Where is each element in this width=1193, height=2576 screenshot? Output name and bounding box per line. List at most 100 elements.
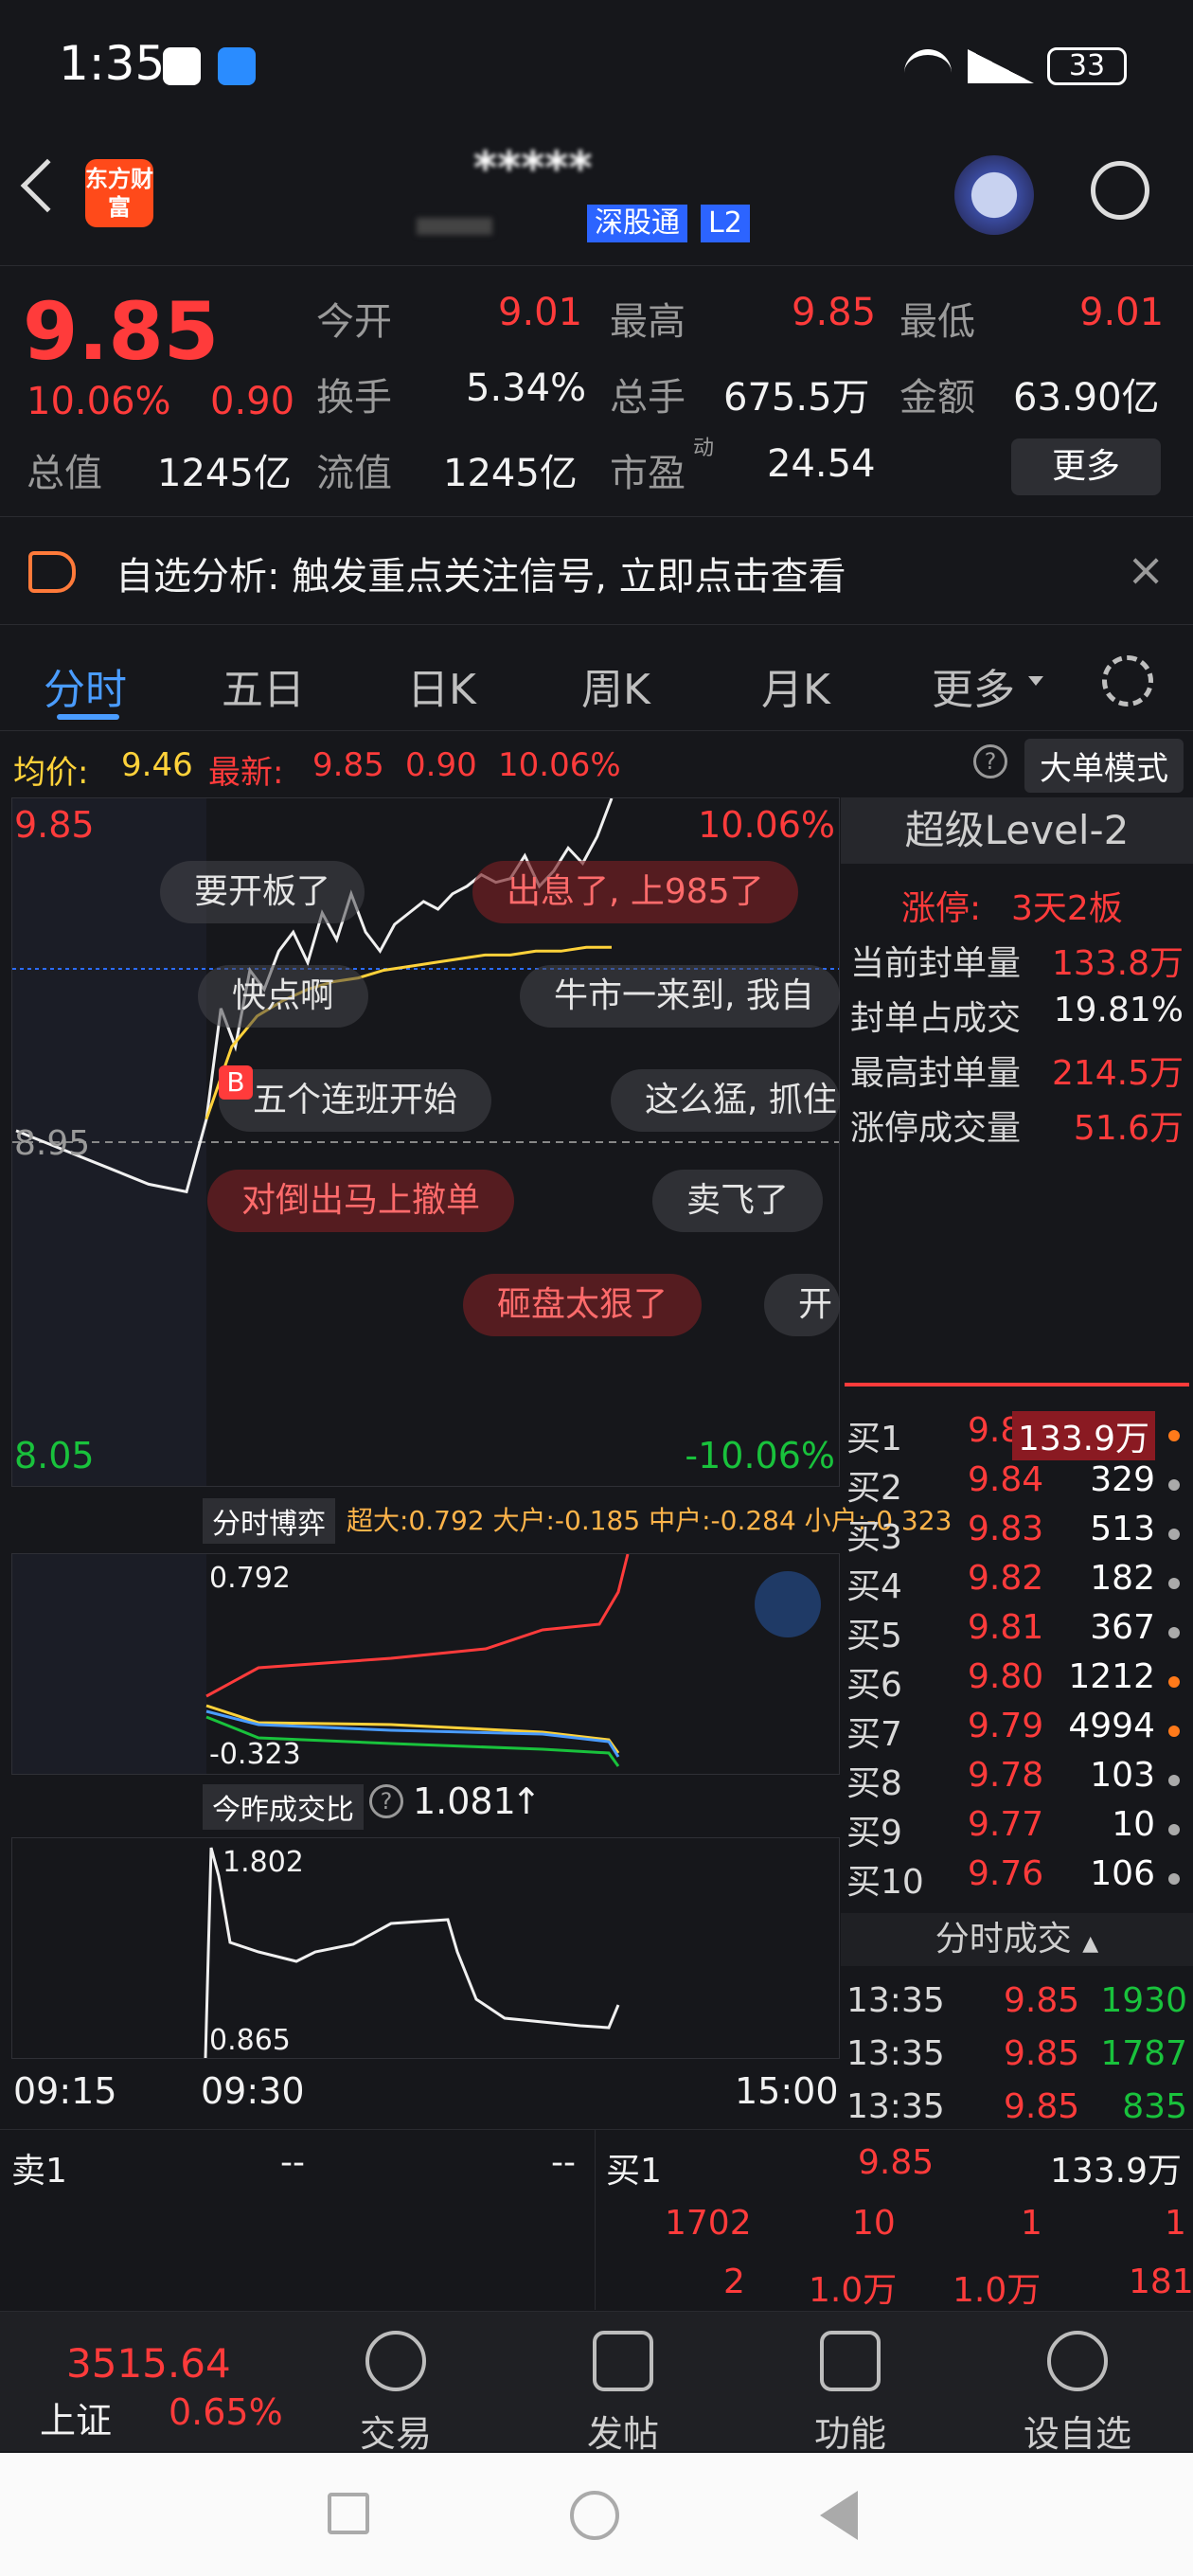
- book-level: 买4: [846, 1567, 902, 1606]
- buy1-price: 9.85: [858, 2143, 935, 2182]
- system-nav-bar: [0, 2453, 1193, 2576]
- order-book-row[interactable]: 买9 9.77 10: [841, 1805, 1193, 1854]
- gear-icon[interactable]: [1102, 655, 1153, 707]
- app-header: 东方财富 ***** 深股通 L2: [0, 133, 1193, 265]
- l2-row: 最高封单量 214.5万: [850, 1046, 1184, 1095]
- book-price: 9.80: [968, 1657, 1044, 1696]
- level2-panel: 超级Level-2 涨停: 3天2板 当前封单量 133.8万 封单占成交 19.8…: [841, 797, 1193, 2126]
- nav-trade[interactable]: 交易: [329, 2331, 462, 2457]
- avg-label: 均价:: [13, 754, 89, 792]
- tab-daily[interactable]: 日K: [407, 655, 476, 716]
- period-tabs: 分时 五日 日K 周K 月K 更多: [0, 627, 1193, 731]
- l2-label: 封单占成交: [850, 999, 1022, 1038]
- amount-value: 63.90亿: [1013, 376, 1160, 420]
- sub1-header: 分时博弈 超大:0.792 大户:-0.185 中户:-0.284 小户:-0.…: [203, 1493, 952, 1546]
- help-icon[interactable]: ?: [973, 744, 1007, 778]
- book-volume: 1212: [1068, 1657, 1155, 1696]
- more-button[interactable]: 更多: [1011, 438, 1161, 495]
- l2-row: 涨停成交量 51.6万: [850, 1100, 1184, 1150]
- edit-icon: [593, 2331, 653, 2391]
- help-icon[interactable]: ?: [369, 1784, 403, 1818]
- book-dot: [1168, 1430, 1180, 1441]
- order-book-row[interactable]: 买5 9.81 367: [841, 1608, 1193, 1657]
- volume-ratio-chart[interactable]: 1.802 0.865: [11, 1837, 840, 2059]
- more-dots-icon: [1047, 2331, 1108, 2391]
- index-ticker[interactable]: 3515.64 上证 0.65%: [0, 2312, 284, 2452]
- index-pct: 0.65%: [169, 2391, 283, 2433]
- recents-icon[interactable]: [328, 2493, 369, 2534]
- x-label-close: 15:00: [735, 2070, 839, 2112]
- volume-label: 总手: [610, 376, 686, 420]
- sub2-selector[interactable]: 今昨成交比: [203, 1784, 364, 1830]
- float-cap-value: 1245亿: [443, 452, 578, 495]
- quote-panel: 9.85 10.06% 0.90 今开 9.01 最高 9.85 最低 9.01…: [0, 265, 1193, 511]
- tick-price: 9.85: [1004, 1981, 1080, 2020]
- stock-name: *****: [473, 142, 593, 195]
- search-icon[interactable]: [1091, 161, 1149, 220]
- tab-weekly[interactable]: 周K: [581, 655, 650, 716]
- app-root: 1:35 33 东方财富 ***** 深股通 L2 9.85 10.06% 0.…: [0, 0, 1193, 2576]
- volume-ratio-svg: [204, 1847, 620, 2058]
- robot-avatar-icon[interactable]: [954, 155, 1034, 235]
- nav-add-watch-label: 设自选: [1023, 2413, 1131, 2455]
- book-volume: 10: [1112, 1805, 1155, 1844]
- trade-icon: [365, 2331, 426, 2391]
- close-icon[interactable]: ×: [1127, 544, 1165, 597]
- signal-icon: [968, 49, 1034, 83]
- expand-icon[interactable]: [755, 1571, 821, 1637]
- level2-title[interactable]: 超级Level-2: [841, 797, 1193, 864]
- order-book-row[interactable]: 买8 9.78 103: [841, 1756, 1193, 1805]
- sell1-price: --: [280, 2143, 305, 2182]
- tick-price: 9.85: [1004, 2087, 1080, 2126]
- last-label: 最新:: [208, 754, 284, 792]
- tick-time: 13:35: [846, 2087, 945, 2126]
- queue-cell: 1702: [665, 2204, 752, 2243]
- tab-5day[interactable]: 五日: [222, 655, 305, 716]
- book-volume: 4994: [1068, 1707, 1155, 1745]
- book-volume: 367: [1090, 1608, 1155, 1647]
- tab-intraday[interactable]: 分时: [44, 655, 127, 716]
- ticks-title[interactable]: 分时成交 ▲: [841, 1913, 1193, 1966]
- tab-monthly[interactable]: 月K: [761, 655, 830, 716]
- back-icon[interactable]: [20, 158, 75, 213]
- notification-app-icon: [163, 47, 201, 85]
- order-book-row[interactable]: 买4 9.82 182: [841, 1559, 1193, 1608]
- chart-info-bar: 均价: 9.46 最新: 9.85 0.90 10.06% ? 大单模式: [0, 737, 1193, 794]
- danmu-bubble: 对倒出马上撤单: [207, 1170, 515, 1232]
- danmu-bubble: 开: [764, 1274, 840, 1336]
- order-book-row[interactable]: 买7 9.79 4994: [841, 1707, 1193, 1756]
- l2-tag: L2: [701, 205, 750, 242]
- grid-icon: [820, 2331, 881, 2391]
- back-nav-icon[interactable]: [820, 2491, 858, 2540]
- book-dot: [1168, 1529, 1180, 1540]
- order-book-row[interactable]: 买1 9.85 133.9万: [841, 1411, 1193, 1460]
- queue-cell: 10: [852, 2204, 896, 2243]
- l2-value: 51.6万: [1073, 1109, 1184, 1148]
- home-icon[interactable]: [570, 2491, 619, 2540]
- sub1-selector[interactable]: 分时博弈: [203, 1498, 335, 1544]
- order-book-row[interactable]: 买10 9.76 106: [841, 1854, 1193, 1904]
- book-price: 9.81: [968, 1608, 1044, 1647]
- book-price: 9.79: [968, 1707, 1044, 1745]
- book-dot: [1168, 1873, 1180, 1885]
- nav-post[interactable]: 发帖: [557, 2331, 689, 2457]
- y-high: 9.85: [14, 804, 95, 846]
- danmu-bubble: 卖飞了: [652, 1170, 824, 1232]
- notice-bar[interactable]: 自选分析: 触发重点关注信号, 立即点击查看 ×: [0, 516, 1193, 625]
- order-book-row[interactable]: 买3 9.83 513: [841, 1510, 1193, 1559]
- order-book-row[interactable]: 买2 9.84 329: [841, 1460, 1193, 1510]
- money-flow-chart[interactable]: 0.792 -0.323: [11, 1553, 840, 1775]
- last-change: 0.90: [405, 746, 477, 784]
- nav-add-watch[interactable]: 设自选: [1011, 2331, 1144, 2457]
- big-order-mode-button[interactable]: 大单模式: [1024, 739, 1184, 793]
- book-level: 买5: [846, 1617, 902, 1655]
- status-bar: 1:35 33: [0, 0, 1193, 133]
- sub2-top: 1.802: [223, 1846, 304, 1879]
- intraday-chart[interactable]: 9.85 8.95 8.05 10.06% -10.06% 要开板了 出息了, …: [11, 797, 840, 1487]
- book-volume: 106: [1090, 1854, 1155, 1893]
- order-book-row[interactable]: 买6 9.80 1212: [841, 1657, 1193, 1707]
- low-label: 最低: [899, 300, 975, 344]
- nav-trade-label: 交易: [359, 2413, 432, 2455]
- nav-functions[interactable]: 功能: [784, 2331, 917, 2457]
- tab-more[interactable]: 更多: [932, 655, 1015, 716]
